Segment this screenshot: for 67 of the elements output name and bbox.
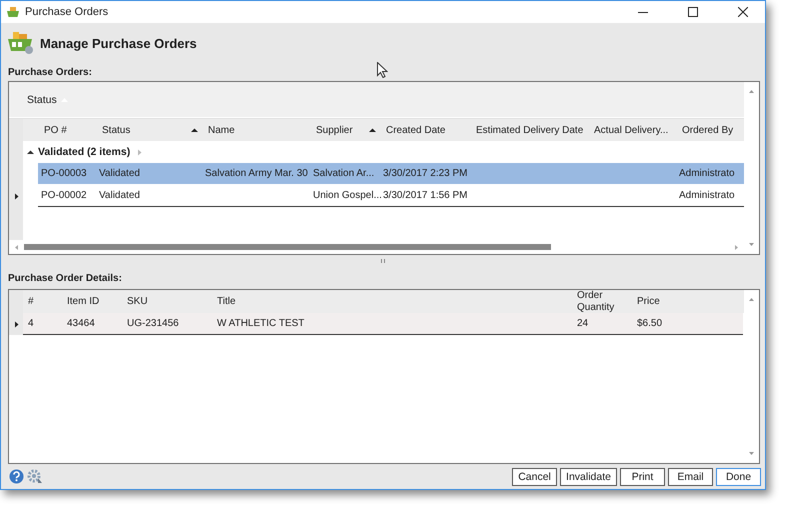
dialog-button[interactable]: Cancel <box>512 468 558 486</box>
table-cell: PO-00003 <box>41 168 87 179</box>
close-icon[interactable] <box>738 7 748 17</box>
section-label: Purchase Order Details: <box>8 272 122 283</box>
column-header[interactable]: Item ID <box>62 296 122 308</box>
column-header[interactable]: Ordered By <box>676 124 745 136</box>
sort-up-icon <box>369 126 376 134</box>
table-cell: UG-231456 <box>127 318 179 329</box>
table-cell: Salvation Army Mar. 30 <box>205 168 308 179</box>
window-title: Purchase Orders <box>25 6 110 18</box>
table-cell: Validated <box>99 168 140 179</box>
table-cell: PO-00002 <box>41 190 87 201</box>
dialog-button[interactable]: Print <box>620 468 665 486</box>
basket-icon <box>8 31 34 55</box>
column-header[interactable]: PO # <box>38 124 96 136</box>
column-header[interactable]: Actual Delivery... <box>588 124 676 136</box>
scrollbar-thumb[interactable] <box>24 244 551 250</box>
table-row[interactable]: PO-00003 Validated Salvation Army Mar. 30 Salvation Ar... 3/30/2017 2:23 PM Administrato <box>38 163 745 185</box>
scroll-up-icon <box>748 296 755 303</box>
maximize-icon[interactable] <box>688 7 698 17</box>
dialog-button[interactable]: Done <box>716 468 761 486</box>
dialog-button[interactable]: Invalidate <box>560 468 617 486</box>
column-header[interactable]: Supplier <box>310 124 380 136</box>
column-header[interactable]: SKU <box>122 296 212 308</box>
column-header[interactable]: Status <box>96 124 202 136</box>
section-label: Purchase Orders: <box>8 67 92 80</box>
table-cell: 3/30/2017 1:56 PM <box>383 190 468 201</box>
column-header[interactable]: Created Date <box>380 124 470 136</box>
sort-up-icon <box>191 126 198 134</box>
scroll-down-icon <box>748 241 755 248</box>
row-header[interactable] <box>9 313 23 335</box>
column-header[interactable]: # <box>23 296 62 308</box>
group-by-label[interactable]: Status <box>27 94 57 106</box>
column-header[interactable]: Estimated Delivery Date <box>470 124 588 136</box>
column-header[interactable]: Name <box>202 124 310 136</box>
table-cell: 43464 <box>67 318 95 329</box>
table-cell: Salvation Ar... <box>313 168 374 179</box>
table-cell: 4 <box>28 318 34 329</box>
group-panel[interactable]: Status <box>9 82 744 118</box>
gear-icon[interactable] <box>27 469 43 484</box>
current-row-icon <box>12 192 20 200</box>
table-cell: $6.50 <box>637 318 662 329</box>
column-header[interactable]: Order Quantity <box>572 290 632 314</box>
page-title: Manage Purchase Orders <box>40 36 197 50</box>
table-row[interactable]: 4 43464 UG-231456 W ATHLETIC TEST 24 $6.50 <box>23 313 743 335</box>
collapse-icon <box>27 148 34 156</box>
group-label[interactable]: Validated (2 items) <box>38 146 130 158</box>
scroll-down-icon <box>748 450 755 457</box>
help-icon[interactable] <box>9 469 24 484</box>
table-cell: Validated <box>99 190 140 201</box>
chevron-right-icon <box>136 148 144 156</box>
table-cell: Administrato <box>679 168 735 179</box>
column-header[interactable]: Price <box>632 296 700 308</box>
table-cell: 24 <box>577 318 588 329</box>
scroll-up-icon <box>748 88 755 95</box>
basket-icon <box>7 7 19 17</box>
table-cell: Administrato <box>679 190 735 201</box>
table-row[interactable]: PO-00002 Validated Union Gospel...3/30/2017 1:56 PM Administrato <box>38 185 745 207</box>
scroll-right-icon <box>733 244 740 250</box>
table-cell: Union Gospel... <box>313 190 382 201</box>
cursor-icon <box>377 62 388 78</box>
current-row-icon <box>12 320 20 328</box>
dialog-button[interactable]: Email <box>668 468 713 486</box>
scroll-left-icon <box>13 244 20 250</box>
column-header[interactable]: Title <box>212 296 572 308</box>
table-cell: W ATHLETIC TEST <box>217 318 304 329</box>
table-cell: 3/30/2017 2:23 PM <box>383 168 468 179</box>
